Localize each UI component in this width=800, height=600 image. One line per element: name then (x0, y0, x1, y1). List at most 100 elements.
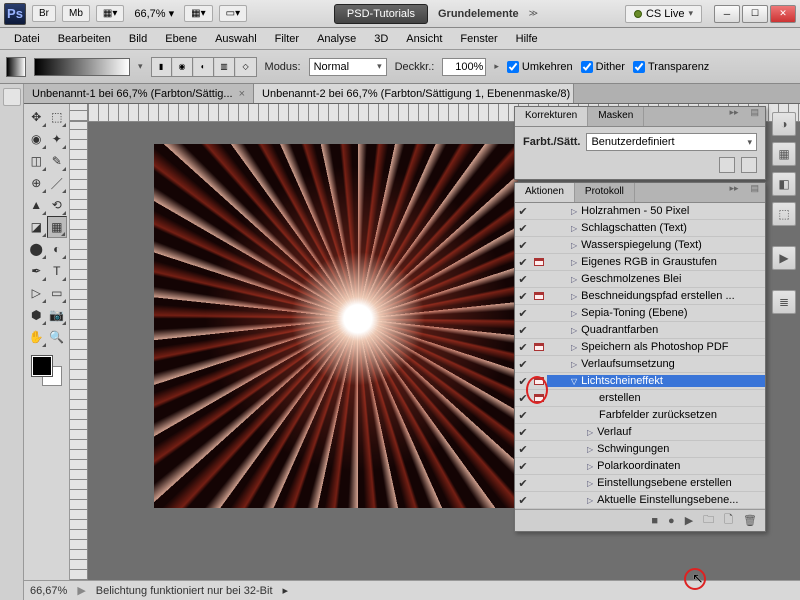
stamp-tool[interactable]: ▲ (26, 194, 47, 216)
tab-aktionen[interactable]: Aktionen (515, 183, 575, 202)
action-item[interactable]: erstellen (547, 392, 765, 404)
action-item[interactable]: Farbfelder zurücksetzen (547, 409, 765, 421)
action-toggle-checkbox[interactable]: ✔ (515, 239, 531, 252)
action-toggle-checkbox[interactable]: ✔ (515, 307, 531, 320)
tab-korrekturen[interactable]: Korrekturen (515, 107, 588, 126)
action-row[interactable]: ✔▷Einstellungsebene erstellen (515, 475, 765, 492)
action-item[interactable]: ▷Eigenes RGB in Graustufen (547, 256, 765, 268)
action-toggle-checkbox[interactable]: ✔ (515, 426, 531, 439)
reverse-checkbox[interactable]: Umkehren (507, 61, 573, 73)
action-dialog-toggle[interactable] (531, 377, 547, 385)
action-item[interactable]: ▷Schwingungen (547, 443, 765, 455)
disclosure-icon[interactable]: ▷ (571, 360, 577, 369)
disclosure-icon[interactable]: ▷ (571, 258, 577, 267)
minimize-button[interactable]: ─ (714, 5, 740, 23)
chevron-right-icon[interactable]: ≫ (529, 8, 538, 19)
action-item[interactable]: ▷Wasserspiegelung (Text) (547, 239, 765, 251)
menu-analyse[interactable]: Analyse (309, 30, 364, 48)
action-item[interactable]: ▷Aktuelle Einstellungsebene... (547, 494, 765, 506)
action-toggle-checkbox[interactable]: ✔ (515, 341, 531, 354)
dodge-tool[interactable]: ◐ (47, 238, 68, 260)
action-row[interactable]: ✔▷Beschneidungspfad erstellen ... (515, 288, 765, 305)
opacity-chevron[interactable]: ▸ (494, 61, 499, 72)
action-row[interactable]: ✔▷Schlagschatten (Text) (515, 220, 765, 237)
transparency-checkbox[interactable]: Transparenz (633, 61, 709, 73)
hand-tool[interactable]: ✋ (26, 326, 47, 348)
3d-tool[interactable]: ⬢ (26, 304, 47, 326)
screen-mode-button[interactable]: ▭▾ (219, 5, 247, 22)
action-toggle-checkbox[interactable]: ✔ (515, 273, 531, 286)
new-action-button[interactable]: 🗋 (724, 511, 733, 530)
gradient-radial[interactable]: ◉ (173, 58, 193, 76)
action-row[interactable]: ✔▷Quadrantfarben (515, 322, 765, 339)
disclosure-icon[interactable]: ▷ (571, 275, 577, 284)
navigator-panel-icon[interactable]: ⬚ (772, 202, 796, 226)
gradient-tool[interactable]: ▦ (47, 216, 68, 238)
menu-bild[interactable]: Bild (121, 30, 155, 48)
action-row[interactable]: ✔ ▷Schwingungen (515, 441, 765, 458)
zoom-readout[interactable]: 66,7% ▾ (130, 7, 178, 20)
action-item[interactable]: ▷Verlauf (547, 426, 765, 438)
action-row[interactable]: ✔▷Geschmolzenes Blei (515, 271, 765, 288)
menu-hilfe[interactable]: Hilfe (508, 30, 546, 48)
status-zoom[interactable]: 66,67% (30, 585, 67, 597)
action-row[interactable]: ✔▷Sepia-Toning (Ebene) (515, 305, 765, 322)
panel-collapse-icon[interactable]: ▸▸ (723, 183, 744, 202)
action-dialog-toggle[interactable] (531, 394, 547, 402)
path-select-tool[interactable]: ▷ (26, 282, 47, 304)
menu-datei[interactable]: Datei (6, 30, 48, 48)
action-row[interactable]: ✔ ▷Verlaufsumsetzung (515, 356, 765, 373)
eraser-tool[interactable]: ◪ (26, 216, 47, 238)
disclosure-icon[interactable]: ▷ (587, 445, 593, 454)
workspace-name[interactable]: Grundelemente (438, 8, 519, 20)
menu-auswahl[interactable]: Auswahl (207, 30, 265, 48)
bridge-button[interactable]: Br (32, 5, 56, 22)
action-toggle-checkbox[interactable]: ✔ (515, 358, 531, 371)
swatches-panel-icon[interactable]: ▦ (772, 142, 796, 166)
panel-menu-icon[interactable]: ▤ (744, 107, 765, 126)
gradient-diamond[interactable]: ◇ (236, 58, 256, 76)
preset-combo[interactable]: Benutzerdefiniert▾ (586, 133, 757, 151)
action-row[interactable]: ✔ ▷Verlauf (515, 424, 765, 441)
disclosure-icon[interactable]: ▷ (571, 241, 577, 250)
stop-button[interactable]: ■ (651, 515, 658, 527)
status-more-icon[interactable]: ▸ (283, 584, 289, 597)
action-item[interactable]: ▷Polarkoordinaten (547, 460, 765, 472)
gradient-linear[interactable]: ▮ (152, 58, 172, 76)
action-item[interactable]: ▷Verlaufsumsetzung (547, 358, 765, 370)
disclosure-icon[interactable]: ▷ (587, 428, 593, 437)
pen-tool[interactable]: ✒ (26, 260, 47, 282)
heal-tool[interactable]: ⊕ (26, 172, 47, 194)
action-row[interactable]: ✔ erstellen (515, 390, 765, 407)
status-play-icon[interactable]: ▶ (77, 584, 85, 597)
action-row[interactable]: ✔▷Holzrahmen - 50 Pixel (515, 203, 765, 220)
dither-checkbox[interactable]: Dither (581, 61, 625, 73)
action-toggle-checkbox[interactable]: ✔ (515, 375, 531, 388)
ruler-origin[interactable] (70, 104, 88, 122)
type-tool[interactable]: T (47, 260, 68, 282)
shape-tool[interactable]: ▭ (47, 282, 68, 304)
menu-ebene[interactable]: Ebene (157, 30, 205, 48)
disclosure-icon[interactable]: ▷ (571, 224, 577, 233)
arrange-button[interactable]: ▦▾ (96, 5, 124, 22)
zoom-tool[interactable]: 🔍 (47, 326, 68, 348)
wand-tool[interactable]: ✦ (47, 128, 68, 150)
new-set-button[interactable]: 🗀 (703, 511, 714, 530)
action-dialog-toggle[interactable] (531, 343, 547, 351)
action-toggle-checkbox[interactable]: ✔ (515, 392, 531, 405)
styles-panel-icon[interactable]: ◧ (772, 172, 796, 196)
action-toggle-checkbox[interactable]: ✔ (515, 290, 531, 303)
record-button[interactable]: ● (668, 515, 675, 527)
disclosure-icon[interactable]: ▷ (571, 343, 577, 352)
action-toggle-checkbox[interactable]: ✔ (515, 494, 531, 507)
action-row[interactable]: ✔▽Lichtscheineffekt (515, 373, 765, 390)
gradient-reflected[interactable]: ▥ (215, 58, 235, 76)
action-toggle-checkbox[interactable]: ✔ (515, 460, 531, 473)
panel-collapse-icon[interactable]: ▸▸ (723, 107, 744, 126)
history-brush-tool[interactable]: ⟲ (47, 194, 68, 216)
menu-3d[interactable]: 3D (366, 30, 396, 48)
gradient-angle[interactable]: ◐ (194, 58, 214, 76)
action-toggle-checkbox[interactable]: ✔ (515, 222, 531, 235)
action-toggle-checkbox[interactable]: ✔ (515, 443, 531, 456)
dock-icon[interactable] (3, 88, 21, 106)
